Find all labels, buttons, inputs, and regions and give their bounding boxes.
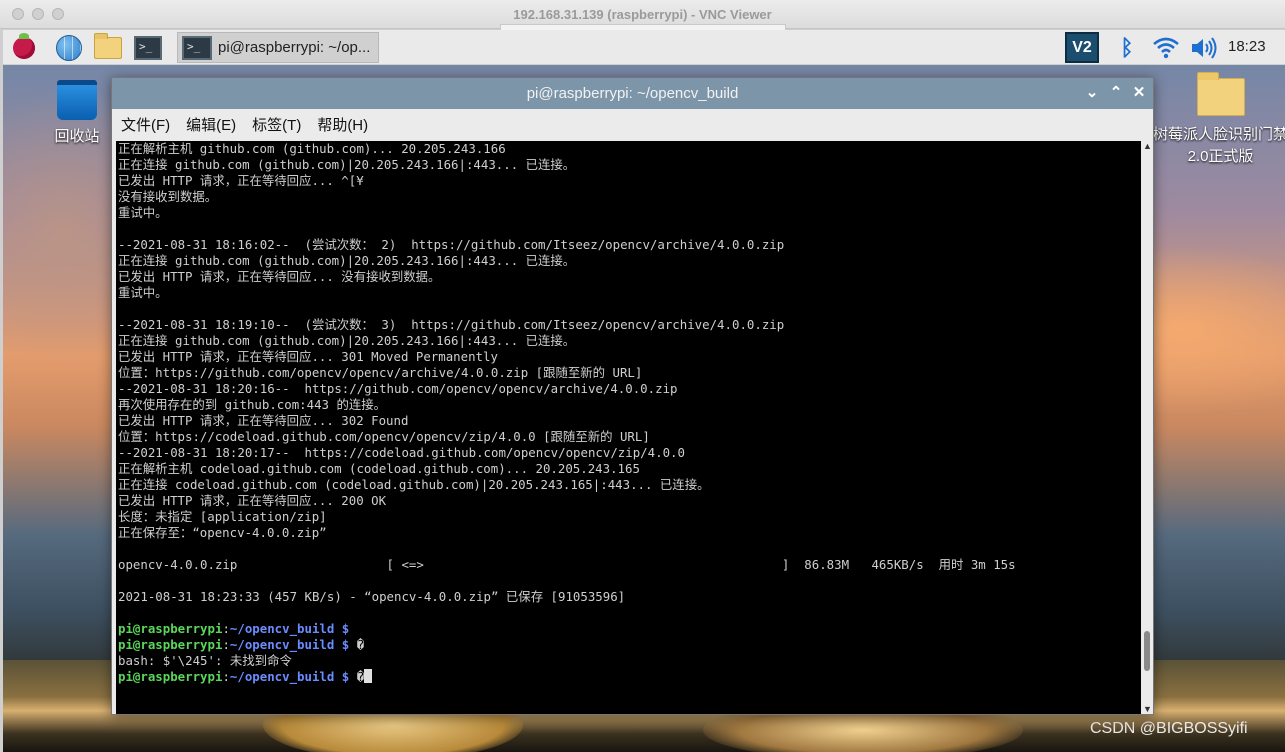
browser-icon[interactable] bbox=[55, 34, 83, 62]
prompt-line: pi@raspberrypi:~/opencv_build $ � bbox=[118, 669, 1141, 685]
close-icon[interactable]: ✕ bbox=[1129, 83, 1149, 103]
vnc-window-title: 192.168.31.139 (raspberrypi) - VNC Viewe… bbox=[513, 7, 772, 22]
terminal-line: --2021-08-31 18:19:10-- (尝试次数： 3) https:… bbox=[118, 317, 785, 332]
terminal-line: opencv-4.0.0.zip [ <=> ] 86.83M 465KB/s … bbox=[118, 557, 1016, 572]
terminal-window: pi@raspberrypi: ~/opencv_build ⌄ ⌃ ✕ 文件(… bbox=[111, 77, 1154, 715]
task-label: pi@raspberrypi: ~/op... bbox=[218, 39, 371, 56]
clock: 18:23 bbox=[1228, 38, 1266, 55]
prompt-input: � bbox=[349, 637, 365, 652]
prompt-line: pi@raspberrypi:~/opencv_build $ bbox=[118, 621, 1141, 637]
terminal-title: pi@raspberrypi: ~/opencv_build bbox=[526, 85, 739, 102]
terminal-line: 正在连接 github.com (github.com)|20.205.243.… bbox=[118, 253, 576, 268]
terminal-line: 2021-08-31 18:23:33 (457 KB/s) - “opencv… bbox=[118, 589, 626, 604]
vnc-titlebar: 192.168.31.139 (raspberrypi) - VNC Viewe… bbox=[0, 0, 1285, 30]
terminal-line: 已发出 HTTP 请求，正在等待回应... 200 OK bbox=[118, 493, 387, 508]
taskbar-terminal-task[interactable]: >_ pi@raspberrypi: ~/op... bbox=[177, 32, 379, 63]
taskbar: >_ >_ pi@raspberrypi: ~/op... V2 ᛒ 18:23 bbox=[3, 30, 1285, 65]
terminal-line: 没有接收到数据。 bbox=[118, 189, 218, 204]
terminal-lines: 正在解析主机 github.com (github.com)... 20.205… bbox=[118, 141, 1141, 685]
terminal-line: 正在连接 github.com (github.com)|20.205.243.… bbox=[118, 333, 576, 348]
prompt-user: pi@raspberrypi bbox=[118, 669, 223, 684]
prompt-path: ~/opencv_build $ bbox=[229, 637, 350, 652]
terminal-line: 已发出 HTTP 请求，正在等待回应... ^[¥ bbox=[118, 173, 364, 188]
terminal-line: --2021-08-31 18:20:16-- https://github.c… bbox=[118, 381, 678, 396]
bluetooth-icon[interactable]: ᛒ bbox=[1117, 34, 1137, 62]
terminal-line: 正在连接 codeload.github.com (codeload.githu… bbox=[118, 477, 710, 492]
vnc-server-icon[interactable]: V2 bbox=[1065, 32, 1099, 63]
prompt-path: ~/opencv_build $ bbox=[229, 621, 350, 636]
wifi-icon[interactable] bbox=[1151, 35, 1181, 61]
trash-icon bbox=[57, 80, 97, 120]
file-manager-icon[interactable] bbox=[94, 33, 122, 62]
prompt-input: � bbox=[349, 669, 365, 684]
scroll-up-icon[interactable]: ▲ bbox=[1143, 141, 1152, 151]
terminal-launcher-icon[interactable]: >_ bbox=[134, 34, 162, 62]
minimize-icon[interactable]: ⌄ bbox=[1082, 83, 1102, 103]
terminal-line: 长度：未指定 [application/zip] bbox=[118, 509, 327, 524]
folder-icon bbox=[1196, 72, 1245, 116]
trash-desktop-icon[interactable]: 回收站 bbox=[51, 80, 103, 146]
terminal-icon: >_ bbox=[182, 35, 212, 60]
menu-edit[interactable]: 编辑(E) bbox=[186, 114, 236, 135]
watermark: CSDN @BIGBOSSyifi bbox=[1090, 720, 1248, 737]
prompt-path: ~/opencv_build $ bbox=[229, 669, 350, 684]
terminal-line: 重试中。 bbox=[118, 285, 168, 300]
maximize-icon[interactable]: ⌃ bbox=[1106, 83, 1126, 103]
menu-help[interactable]: 帮助(H) bbox=[317, 114, 368, 135]
terminal-line: 正在解析主机 codeload.github.com (codeload.git… bbox=[118, 461, 640, 476]
terminal-menubar: 文件(F) 编辑(E) 标签(T) 帮助(H) bbox=[112, 109, 1153, 140]
prompt-separator: : bbox=[222, 637, 230, 652]
volume-icon[interactable] bbox=[1189, 35, 1219, 61]
error-line: bash: $'\245': 未找到命令 bbox=[118, 653, 292, 668]
terminal-scrollbar[interactable]: ▲ ▼ bbox=[1141, 141, 1153, 714]
folder-label: 树莓派人脸识别门禁2.0正式版 bbox=[1153, 126, 1285, 165]
prompt-user: pi@raspberrypi bbox=[118, 621, 223, 636]
terminal-line: 正在连接 github.com (github.com)|20.205.243.… bbox=[118, 157, 576, 172]
folder-desktop-icon[interactable]: 树莓派人脸识别门禁2.0正式版 bbox=[1153, 72, 1285, 168]
prompt-line: pi@raspberrypi:~/opencv_build $ � bbox=[118, 637, 1141, 653]
prompt-separator: : bbox=[222, 621, 230, 636]
terminal-line: 再次使用存在的到 github.com:443 的连接。 bbox=[118, 397, 387, 412]
scroll-thumb[interactable] bbox=[1144, 631, 1150, 671]
terminal-line: 已发出 HTTP 请求，正在等待回应... 没有接收到数据。 bbox=[118, 269, 441, 284]
terminal-titlebar[interactable]: pi@raspberrypi: ~/opencv_build ⌄ ⌃ ✕ bbox=[112, 78, 1153, 109]
terminal-line: 位置：https://codeload.github.com/opencv/op… bbox=[118, 429, 650, 444]
terminal-line: 已发出 HTTP 请求，正在等待回应... 302 Found bbox=[118, 413, 409, 428]
terminal-line: 正在解析主机 github.com (github.com)... 20.205… bbox=[118, 141, 506, 156]
terminal-line: --2021-08-31 18:16:02-- (尝试次数： 2) https:… bbox=[118, 237, 785, 252]
terminal-line: 正在保存至：“opencv-4.0.0.zip” bbox=[118, 525, 327, 540]
text-cursor bbox=[364, 669, 373, 683]
prompt-separator: : bbox=[222, 669, 230, 684]
terminal-line: --2021-08-31 18:20:17-- https://codeload… bbox=[118, 445, 685, 460]
terminal-output[interactable]: 正在解析主机 github.com (github.com)... 20.205… bbox=[116, 141, 1141, 714]
menu-file[interactable]: 文件(F) bbox=[121, 114, 170, 135]
menu-tabs[interactable]: 标签(T) bbox=[252, 114, 301, 135]
scroll-down-icon[interactable]: ▼ bbox=[1143, 704, 1152, 714]
terminal-line: 重试中。 bbox=[118, 205, 168, 220]
raspberry-menu-icon[interactable] bbox=[10, 33, 38, 62]
terminal-line: 已发出 HTTP 请求，正在等待回应... 301 Moved Permanen… bbox=[118, 349, 498, 364]
prompt-user: pi@raspberrypi bbox=[118, 637, 223, 652]
terminal-line: 位置：https://github.com/opencv/opencv/arch… bbox=[118, 365, 643, 380]
trash-label: 回收站 bbox=[54, 128, 100, 145]
